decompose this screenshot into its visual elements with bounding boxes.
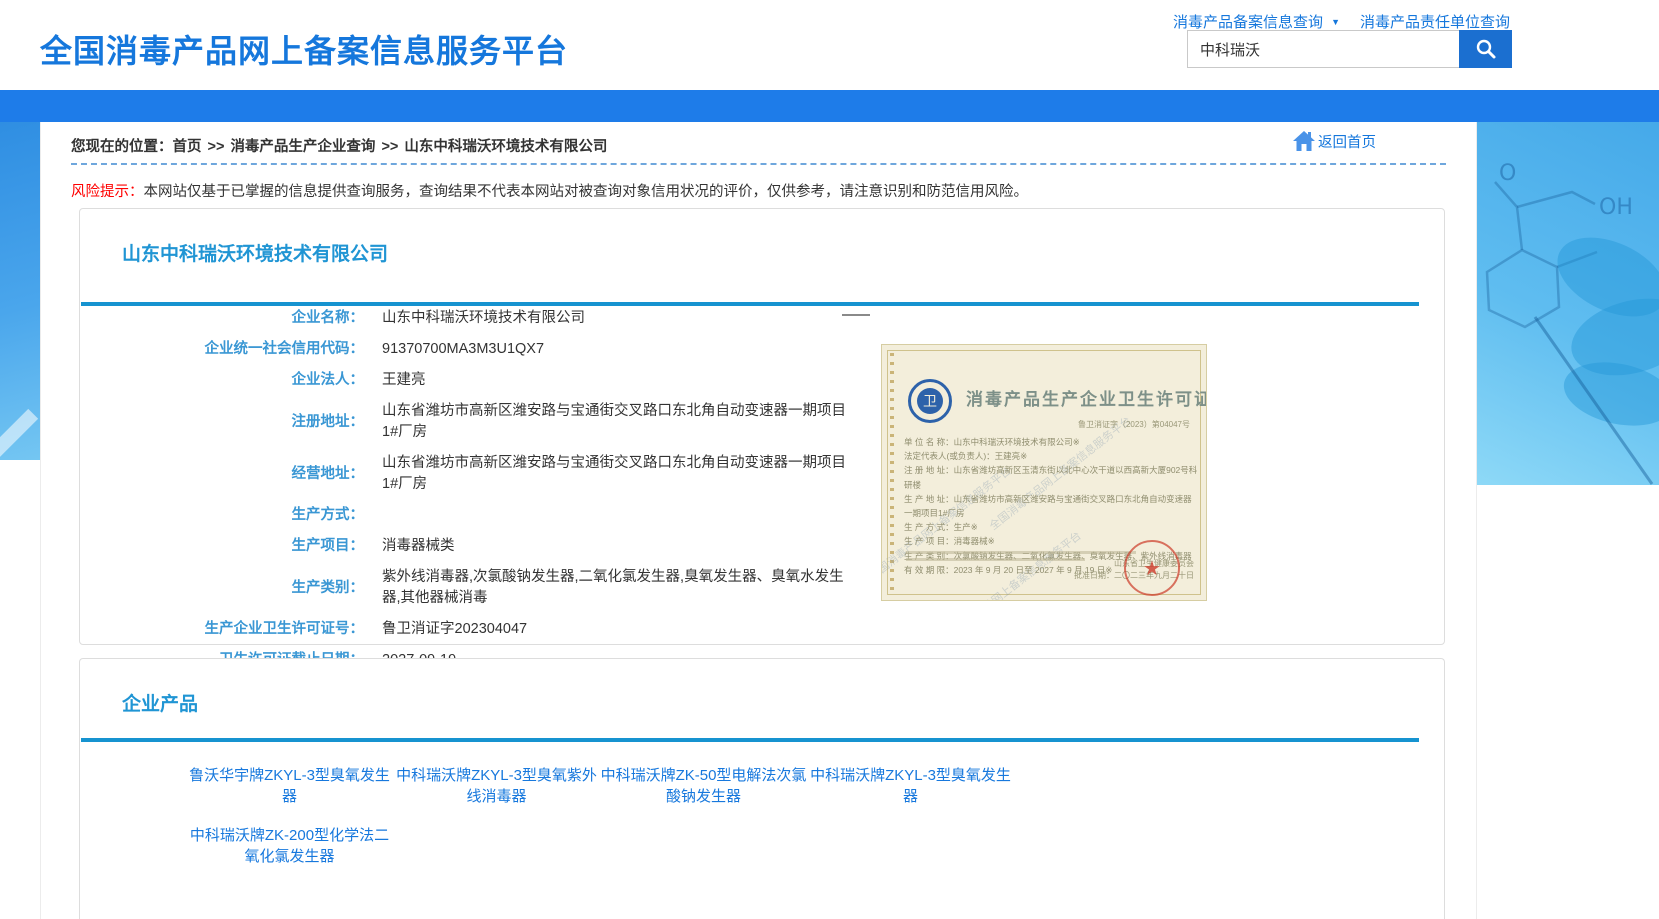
cert-line: 单 位 名 称：山东中科瑞沃环境技术有限公司※ — [904, 435, 1198, 449]
breadcrumb: 您现在的位置：首页 >> 消毒产品生产企业查询 >> 山东中科瑞沃环境技术有限公司 — [71, 135, 607, 156]
main-container: 您现在的位置：首页 >> 消毒产品生产企业查询 >> 山东中科瑞沃环境技术有限公司 返回… — [40, 122, 1477, 919]
certificate-emblem-icon: 卫 — [908, 379, 952, 423]
risk-notice-label: 风险提示： — [71, 184, 144, 200]
company-card-title: 山东中科瑞沃环境技术有限公司 — [122, 239, 388, 266]
field-value: 鲁卫消证字202304047 — [382, 619, 527, 640]
dashed-divider — [71, 163, 1446, 165]
breadcrumb-prefix: 您现在的位置： — [71, 139, 173, 155]
product-link[interactable]: 中科瑞沃牌ZKYL-3型臭氧紫外线消毒器 — [393, 765, 600, 807]
site-title: 全国消毒产品网上备案信息服务平台 — [40, 26, 568, 72]
nav-link-record-info-query[interactable]: 消毒产品备案信息查询 — [1173, 11, 1323, 32]
cert-line: 法定代表人(或负责人)：王建亮※ — [904, 449, 1198, 463]
svg-text:OH: OH — [1599, 195, 1633, 220]
nav-link-responsible-unit-query[interactable]: 消毒产品责任单位查询 — [1360, 11, 1510, 32]
back-home-label: 返回首页 — [1318, 131, 1376, 152]
breadcrumb-enterprise-query-link[interactable]: 消毒产品生产企业查询 — [230, 139, 375, 155]
breadcrumb-home-link[interactable]: 首页 — [173, 139, 202, 155]
product-link-grid: 鲁沃华宇牌ZKYL-3型臭氧发生器 中科瑞沃牌ZKYL-3型臭氧紫外线消毒器 中… — [186, 765, 1014, 867]
cert-line: 生 产 地 址：山东省潍坊市高新区潍安路与宝通街交叉路口东北角自动变速器一期项目… — [904, 492, 1198, 520]
certificate-number: 鲁卫消证字（2023）第04047号 — [1078, 419, 1190, 430]
field-row-business-address: 经营地址： 山东省潍坊市高新区潍安路与宝通街交叉路口东北角自动变速器一期项目1#… — [80, 453, 1444, 495]
certificate-title: 消毒产品生产企业卫生许可证 — [966, 385, 1207, 410]
field-row-enterprise-name: 企业名称： 山东中科瑞沃环境技术有限公司 — [80, 308, 1444, 329]
chemistry-molecule-illustration: O OH — [1477, 122, 1659, 485]
product-link[interactable]: 鲁沃华宇牌ZKYL-3型臭氧发生器 — [186, 765, 393, 807]
field-value: 王建亮 — [382, 370, 426, 391]
hygiene-license-certificate-image: 全国消毒产品网上备案信息服务平台 全国消毒产品网上备案信息服务平台 全国消毒产品… — [881, 344, 1207, 601]
company-info-card: 山东中科瑞沃环境技术有限公司 企业名称： 山东中科瑞沃环境技术有限公司 企业统一… — [79, 208, 1445, 645]
cert-line: 注 册 地 址：山东省潍坊高新区玉清东街以北中心次干道以西高新大厦902号科研楼 — [904, 463, 1198, 491]
search-input[interactable] — [1187, 30, 1459, 68]
svg-text:O: O — [1499, 161, 1516, 186]
field-row-credit-code: 企业统一社会信用代码： 91370700MA3M3U1QX7 — [80, 339, 1444, 360]
company-products-card: 企业产品 鲁沃华宇牌ZKYL-3型臭氧发生器 中科瑞沃牌ZKYL-3型臭氧紫外线… — [79, 658, 1445, 919]
chevron-down-icon[interactable]: ▼ — [1331, 17, 1340, 27]
search-bar — [1187, 30, 1512, 68]
product-link[interactable]: 中科瑞沃牌ZK-200型化学法二氧化氯发生器 — [186, 825, 393, 867]
field-row-license-number: 生产企业卫生许可证号： 鲁卫消证字202304047 — [80, 619, 1444, 640]
site-header: 全国消毒产品网上备案信息服务平台 消毒产品备案信息查询 ▼ 消毒产品责任单位查询 — [0, 0, 1659, 90]
products-card-title: 企业产品 — [122, 689, 198, 716]
right-background-decoration: O OH — [1477, 122, 1659, 485]
field-label: 企业统一社会信用代码： — [80, 339, 364, 360]
card-title-underline — [81, 738, 1419, 742]
field-value: 91370700MA3M3U1QX7 — [382, 339, 544, 360]
field-value: 山东省潍坊市高新区潍安路与宝通街交叉路口东北角自动变速器一期项目1#厂房 — [382, 401, 850, 443]
card-title-underline — [81, 302, 1419, 306]
certificate-dash-mark — [842, 314, 870, 316]
field-label: 企业名称： — [80, 308, 364, 329]
field-label: 注册地址： — [80, 412, 364, 433]
search-icon — [1474, 37, 1498, 61]
breadcrumb-current: 山东中科瑞沃环境技术有限公司 — [404, 139, 607, 155]
product-link[interactable]: 中科瑞沃牌ZK-50型电解法次氯酸钠发生器 — [600, 765, 807, 807]
field-row-production-item: 生产项目： 消毒器械类 — [80, 536, 1444, 557]
breadcrumb-separator: >> — [381, 139, 398, 155]
field-row-registered-address: 注册地址： 山东省潍坊市高新区潍安路与宝通街交叉路口东北角自动变速器一期项目1#… — [80, 401, 1444, 443]
field-row-production-category: 生产类别： 紫外线消毒器,次氯酸钠发生器,二氧化氯发生器,臭氧发生器、臭氧水发生… — [80, 567, 1444, 609]
home-icon — [1292, 130, 1316, 152]
field-label: 生产类别： — [80, 578, 364, 599]
breadcrumb-separator: >> — [208, 139, 225, 155]
banner-strip — [0, 90, 1659, 122]
certificate-emblem-glyph: 卫 — [917, 388, 943, 414]
field-label: 企业法人： — [80, 370, 364, 391]
top-nav: 消毒产品备案信息查询 ▼ 消毒产品责任单位查询 — [1173, 11, 1510, 32]
field-value: 山东省潍坊市高新区潍安路与宝通街交叉路口东北角自动变速器一期项目1#厂房 — [382, 453, 850, 495]
field-label: 生产企业卫生许可证号： — [80, 619, 364, 640]
field-row-production-mode: 生产方式： — [80, 505, 1444, 526]
page: 全国消毒产品网上备案信息服务平台 消毒产品备案信息查询 ▼ 消毒产品责任单位查询 — [0, 0, 1659, 919]
field-label: 经营地址： — [80, 464, 364, 485]
risk-notice-text: 本网站仅基于已掌握的信息提供查询服务，查询结果不代表本网站对被查询对象信用状况的… — [144, 184, 1029, 200]
seal-star-glyph: ★ — [1143, 556, 1161, 581]
cert-line: 生 产 方 式：生产※ — [904, 520, 1198, 534]
left-background-decoration — [0, 122, 40, 460]
field-row-legal-person: 企业法人： 王建亮 — [80, 370, 1444, 391]
field-value: 消毒器械类 — [382, 536, 455, 557]
search-button[interactable] — [1459, 30, 1512, 68]
field-value: 山东中科瑞沃环境技术有限公司 — [382, 308, 585, 329]
field-label: 生产方式： — [80, 505, 364, 526]
certificate-red-seal-icon: ★ — [1124, 540, 1180, 596]
product-link[interactable]: 中科瑞沃牌ZKYL-3型臭氧发生器 — [807, 765, 1014, 807]
risk-notice: 风险提示：本网站仅基于已掌握的信息提供查询服务，查询结果不代表本网站对被查询对象… — [71, 180, 1028, 201]
field-value: 紫外线消毒器,次氯酸钠发生器,二氧化氯发生器,臭氧发生器、臭氧水发生器,其他器械… — [382, 567, 850, 609]
field-label: 生产项目： — [80, 536, 364, 557]
company-fields: 企业名称： 山东中科瑞沃环境技术有限公司 企业统一社会信用代码： 9137070… — [80, 308, 1444, 681]
back-home-link[interactable]: 返回首页 — [1292, 130, 1376, 152]
